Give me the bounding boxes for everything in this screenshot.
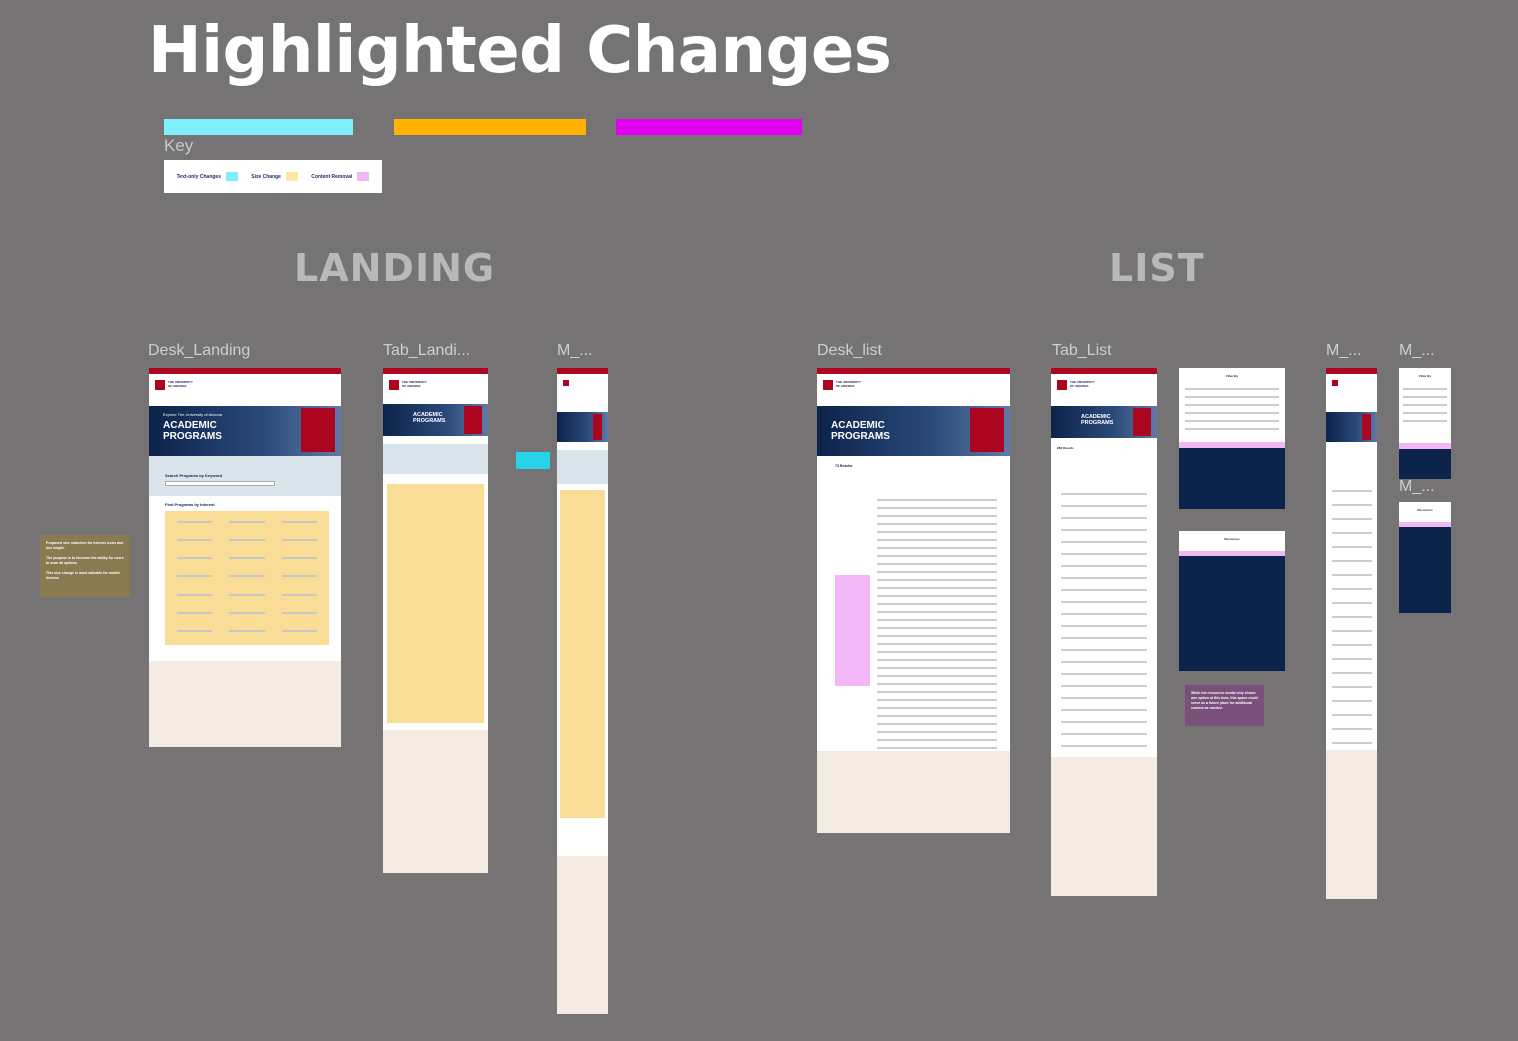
frame-desk-landing[interactable]: THE UNIVERSITY OF ARIZONA Explore The Uni… xyxy=(149,368,341,747)
hero-banner: ACADEMIC PROGRAMS xyxy=(817,406,1010,456)
key-swatch xyxy=(285,172,298,181)
key-legend: Text-only Changes Size Change Content Re… xyxy=(164,160,382,193)
key-bar-content-removal xyxy=(616,119,802,135)
block-a-icon xyxy=(1362,414,1371,440)
footer xyxy=(149,661,341,747)
key-item-size-change: Size Change xyxy=(251,172,298,181)
results-list xyxy=(877,493,997,749)
frame-tab-resources-modal[interactable]: Resources xyxy=(1179,531,1285,671)
footer xyxy=(557,856,608,1014)
hero-title: ACADEMIC PROGRAMS xyxy=(1081,414,1114,426)
university-logo-icon xyxy=(1332,380,1338,386)
university-logo-icon xyxy=(823,380,833,390)
section-landing: LANDING xyxy=(294,246,496,290)
block-a-icon xyxy=(593,414,602,440)
frame-label-m-list-2: M_... xyxy=(1399,342,1435,359)
results-count: 288 Results xyxy=(1057,446,1074,450)
frame-label-tab-list: Tab_List xyxy=(1052,342,1112,359)
university-logo-icon xyxy=(563,380,569,386)
hero-title-1: ACADEMIC xyxy=(163,420,217,431)
key-swatch xyxy=(357,172,370,181)
frame-label-desk-list: Desk_list xyxy=(817,342,882,359)
list-note-text: While the resources modal only shows one… xyxy=(1191,691,1258,710)
hero-banner: ACADEMIC PROGRAMS xyxy=(1051,406,1157,438)
search-band xyxy=(383,444,488,474)
search-heading: Search Programs by Keyword xyxy=(165,473,222,478)
frame-m-resources-modal[interactable]: Resources xyxy=(1399,502,1451,613)
key-swatch xyxy=(225,172,238,181)
key-item-text-only: Text-only Changes xyxy=(177,172,238,181)
filter-heading: Filter By xyxy=(1225,374,1238,378)
frame-tab-list[interactable]: THE UNIVERSITY OF ARIZONA ACADEMIC PROGRAM… xyxy=(1051,368,1157,896)
block-a-icon xyxy=(970,408,1004,452)
landing-note-text: Proposed size reduction for interest ico… xyxy=(46,541,124,580)
list-note: While the resources modal only shows one… xyxy=(1185,685,1264,726)
hero-banner: Explore The University of Arizona ACADEM… xyxy=(149,406,341,456)
frame-m-landing[interactable] xyxy=(557,368,608,1014)
key-item-label: Size Change xyxy=(251,173,281,180)
interest-grid xyxy=(387,484,484,723)
results-list xyxy=(1332,478,1372,786)
content-removal-sidebar xyxy=(835,575,870,686)
landing-note: Proposed size reduction for interest ico… xyxy=(40,535,130,597)
hero-title-2: PROGRAMS xyxy=(163,431,222,442)
filter-heading: Filter By xyxy=(1418,374,1431,378)
frame-label-desk-landing: Desk_Landing xyxy=(148,342,251,359)
university-logo-icon xyxy=(1057,380,1067,390)
search-input[interactable] xyxy=(165,481,275,486)
interest-grid xyxy=(165,511,329,645)
frame-label-m-landing: M_... xyxy=(557,342,593,359)
modal-overlay xyxy=(1179,448,1285,509)
hero-banner: ACADEMIC PROGRAMS xyxy=(383,404,488,436)
frame-label-m-list-3: M_... xyxy=(1399,478,1435,495)
footer xyxy=(1326,750,1377,899)
interest-grid xyxy=(560,490,605,818)
modal-overlay xyxy=(1399,449,1451,479)
key-bar-size-change xyxy=(394,119,586,135)
key-item-label: Content Removal xyxy=(311,173,353,180)
block-a-icon xyxy=(1133,408,1151,436)
modal-overlay xyxy=(1179,556,1285,671)
footer xyxy=(383,730,488,873)
results-list xyxy=(1061,483,1147,795)
frame-m-filter-modal[interactable]: Filter By xyxy=(1399,368,1451,479)
text-change-note xyxy=(516,452,550,469)
frame-tab-filter-modal[interactable]: Filter By xyxy=(1179,368,1285,509)
block-a-icon xyxy=(464,406,482,434)
hero-banner xyxy=(1326,412,1377,442)
interest-heading: Find Programs by Interest xyxy=(165,502,215,507)
section-list: LIST xyxy=(1109,246,1205,290)
frame-label-m-list: M_... xyxy=(1326,342,1362,359)
key-item-content-removal: Content Removal xyxy=(311,172,370,181)
key-bar-text-only xyxy=(164,119,353,135)
key-item-label: Text-only Changes xyxy=(176,173,221,180)
frame-m-list[interactable] xyxy=(1326,368,1377,899)
frame-label-tab-landing: Tab_Landi... xyxy=(383,342,471,359)
search-band: Search Programs by Keyword xyxy=(149,456,341,496)
footer xyxy=(1051,757,1157,896)
resources-heading: Resources xyxy=(1224,537,1240,541)
block-a-icon xyxy=(301,408,335,452)
hero-title: ACADEMIC PROGRAMS xyxy=(413,412,446,424)
resources-heading: Resources xyxy=(1417,508,1433,512)
footer xyxy=(817,751,1010,833)
hero-banner xyxy=(557,412,608,442)
results-count: 73 Results xyxy=(835,464,853,468)
modal-overlay xyxy=(1399,527,1451,613)
search-band xyxy=(557,450,608,484)
university-logo-icon xyxy=(155,380,165,390)
hero-title-2: PROGRAMS xyxy=(831,431,890,442)
hero-kicker: Explore The University of Arizona xyxy=(163,412,223,417)
university-logo-icon xyxy=(389,380,399,390)
frame-desk-list[interactable]: THE UNIVERSITY OF ARIZONA ACADEMIC PROGRA… xyxy=(817,368,1010,833)
hero-title-1: ACADEMIC xyxy=(831,420,885,431)
page-title: Highlighted Changes xyxy=(148,14,892,88)
frame-tab-landing[interactable]: THE UNIVERSITY OF ARIZONA ACADEMIC PROGRAM… xyxy=(383,368,488,873)
key-label: Key xyxy=(164,136,194,155)
